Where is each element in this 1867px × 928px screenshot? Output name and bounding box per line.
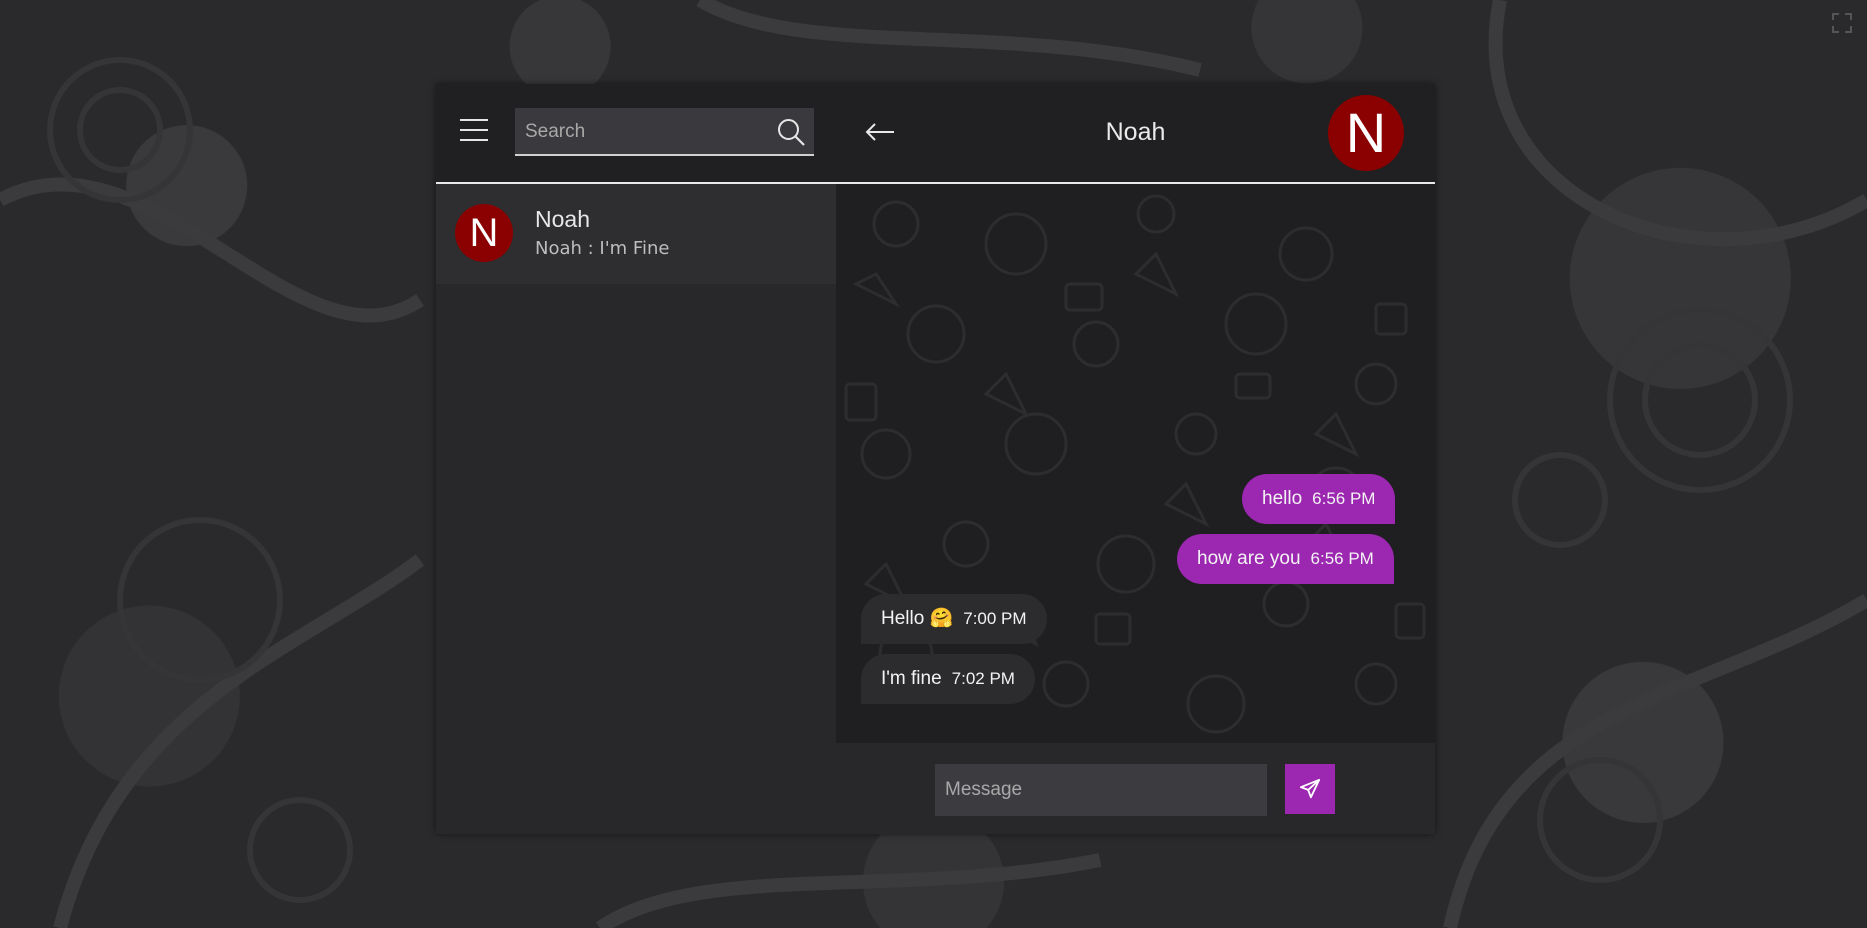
message-time: 7:00 PM [963, 609, 1027, 628]
message-bubble-received[interactable]: Hello 🤗 7:00 PM [861, 594, 1047, 644]
avatar: N [455, 204, 513, 262]
hamburger-icon[interactable] [460, 119, 488, 145]
message-text: Hello 🤗 [881, 608, 954, 629]
message-text: how are you [1197, 548, 1301, 569]
contact-name: Noah [535, 206, 590, 232]
search-icon[interactable] [776, 117, 806, 147]
expand-icon[interactable] [1831, 12, 1853, 34]
message-input[interactable] [935, 764, 1267, 816]
contact-last-message: Noah : I'm Fine [535, 238, 670, 259]
message-composer [836, 743, 1435, 834]
message-time: 7:02 PM [951, 669, 1015, 688]
search-box [515, 108, 814, 156]
message-time: 6:56 PM [1310, 549, 1374, 568]
message-text: hello [1262, 488, 1303, 509]
message-time: 6:56 PM [1312, 489, 1376, 508]
chat-header: Noah N [836, 84, 1435, 182]
chat-avatar[interactable]: N [1328, 95, 1404, 171]
message-bubble-received[interactable]: I'm fine 7:02 PM [861, 654, 1035, 704]
chat-app-window: N Noah Noah : I'm Fine Noah N [436, 84, 1435, 834]
message-area[interactable]: hello 6:56 PM how are you 6:56 PM Hello 🤗 7… [836, 184, 1435, 743]
send-button[interactable] [1285, 764, 1335, 814]
search-input[interactable] [515, 108, 767, 156]
sidebar: N Noah Noah : I'm Fine [436, 84, 836, 834]
contact-item-noah[interactable]: N Noah Noah : I'm Fine [436, 184, 836, 284]
sidebar-header [436, 84, 836, 182]
message-bubble-sent[interactable]: how are you 6:56 PM [1177, 534, 1394, 584]
message-bubble-sent[interactable]: hello 6:56 PM [1242, 474, 1396, 524]
message-text: I'm fine [881, 668, 942, 689]
paper-plane-icon [1299, 778, 1321, 799]
